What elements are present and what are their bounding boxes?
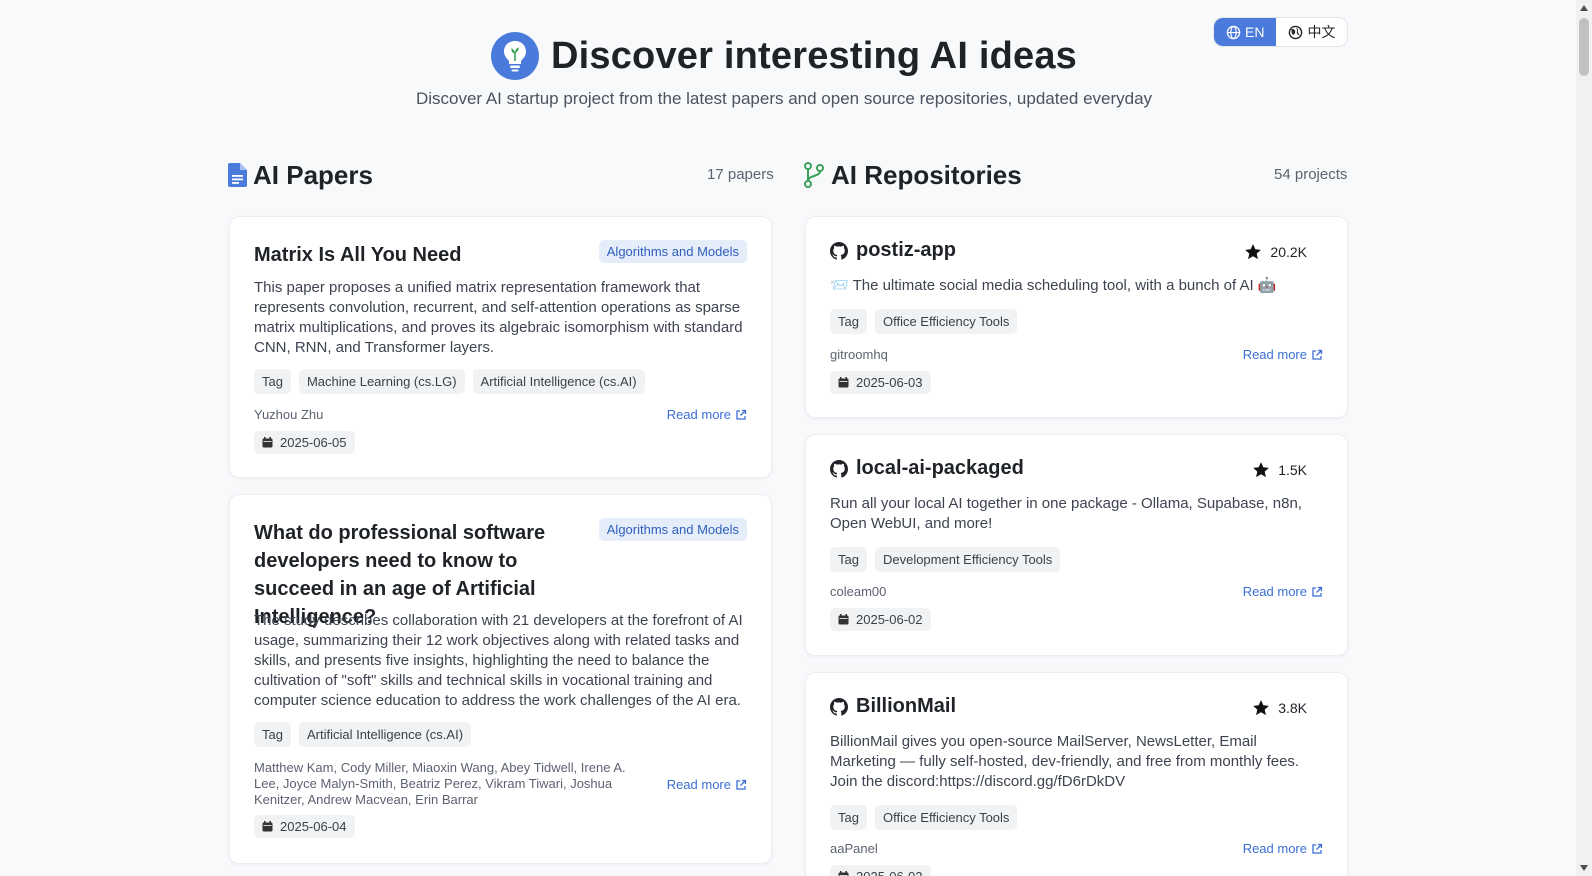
tag-list: Tag Office Efficiency Tools bbox=[830, 309, 1018, 334]
document-icon bbox=[228, 163, 247, 187]
repo-description: BillionMail gives you open-source MailSe… bbox=[830, 733, 1300, 790]
star-count: 3.8K bbox=[1252, 699, 1307, 717]
tag[interactable]: Machine Learning (cs.LG) bbox=[298, 369, 465, 394]
paper-description: The study describes collaboration with 2… bbox=[254, 612, 743, 709]
read-more-label: Read more bbox=[1242, 584, 1307, 599]
tag[interactable]: Office Efficiency Tools bbox=[874, 805, 1018, 830]
repo-name: BillionMail bbox=[856, 695, 956, 717]
read-more-link[interactable]: Read more bbox=[1243, 841, 1323, 856]
category-badge: Algorithms and Models bbox=[598, 240, 747, 263]
tag[interactable]: Tag bbox=[254, 722, 291, 747]
read-more-label: Read more bbox=[666, 407, 731, 422]
repo-description: 📨 The ultimate social media scheduling t… bbox=[830, 277, 1277, 294]
page: EN 中文 Discover interesting AI ideas Disc… bbox=[0, 0, 1568, 876]
paper-authors: Yuzhou Zhu bbox=[254, 407, 324, 422]
papers-count: 17 papers bbox=[707, 166, 774, 183]
github-icon bbox=[830, 697, 848, 716]
tag[interactable]: Tag bbox=[830, 805, 867, 830]
repo-owner: coleam00 bbox=[830, 584, 887, 599]
read-more-link[interactable]: Read more bbox=[667, 777, 747, 792]
category-badge: Algorithms and Models bbox=[598, 518, 747, 541]
calendar-icon bbox=[262, 821, 273, 832]
scroll-down-arrow-icon[interactable] bbox=[1576, 860, 1592, 876]
hero: Discover interesting AI ideas bbox=[0, 32, 1568, 80]
date-badge: 2025-06-04 bbox=[254, 815, 355, 838]
repo-name: local-ai-packaged bbox=[856, 457, 1024, 479]
calendar-icon bbox=[838, 614, 849, 625]
scroll-up-arrow-icon[interactable] bbox=[1576, 0, 1592, 16]
star-value: 3.8K bbox=[1278, 700, 1307, 716]
external-link-icon bbox=[1312, 843, 1323, 854]
repo-owner: aaPanel bbox=[830, 841, 878, 856]
repo-card[interactable]: local-ai-packaged 1.5K Run all your loca… bbox=[805, 434, 1348, 656]
date-badge: 2025-06-03 bbox=[830, 371, 931, 394]
repo-card[interactable]: BillionMail 3.8K BillionMail gives you o… bbox=[805, 672, 1348, 876]
calendar-icon bbox=[262, 437, 273, 448]
star-value: 1.5K bbox=[1278, 462, 1307, 478]
read-more-label: Read more bbox=[1242, 841, 1307, 856]
star-value: 20.2K bbox=[1270, 244, 1307, 260]
tag[interactable]: Artificial Intelligence (cs.AI) bbox=[298, 722, 472, 747]
read-more-label: Read more bbox=[1242, 347, 1307, 362]
date-badge: 2025-06-02 bbox=[830, 865, 931, 876]
tag-list: Tag Development Efficiency Tools bbox=[830, 547, 1061, 572]
tag[interactable]: Artificial Intelligence (cs.AI) bbox=[472, 369, 645, 394]
github-icon bbox=[830, 459, 848, 478]
calendar-icon bbox=[838, 377, 849, 388]
star-icon bbox=[1253, 700, 1270, 716]
paper-card[interactable]: Matrix Is All You Need Algorithms and Mo… bbox=[229, 216, 772, 478]
repos-section-title: AI Repositories bbox=[831, 159, 1022, 190]
read-more-link[interactable]: Read more bbox=[667, 407, 747, 422]
star-icon bbox=[1253, 462, 1270, 478]
repos-count: 54 projects bbox=[1274, 166, 1348, 183]
tag[interactable]: Tag bbox=[830, 309, 867, 334]
date-value: 2025-06-03 bbox=[856, 375, 923, 390]
paper-card[interactable]: What do professional software developers… bbox=[229, 494, 772, 864]
page-subtitle: Discover AI startup project from the lat… bbox=[415, 89, 1153, 108]
external-link-icon bbox=[736, 409, 747, 420]
date-value: 2025-06-02 bbox=[856, 869, 923, 876]
calendar-icon bbox=[838, 871, 849, 876]
repo-title[interactable]: local-ai-packaged bbox=[830, 457, 1024, 480]
date-value: 2025-06-02 bbox=[856, 612, 923, 627]
tag[interactable]: Office Efficiency Tools bbox=[874, 309, 1018, 334]
repo-description: Run all your local AI together in one pa… bbox=[830, 495, 1302, 532]
scrollbar-thumb[interactable] bbox=[1579, 18, 1589, 76]
external-link-icon bbox=[1312, 586, 1323, 597]
tag[interactable]: Development Efficiency Tools bbox=[874, 547, 1061, 572]
paper-authors: Matthew Kam, Cody Miller, Miaoxin Wang, … bbox=[254, 760, 626, 807]
git-branch-icon bbox=[804, 162, 824, 188]
page-title: Discover interesting AI ideas bbox=[550, 34, 1078, 77]
lightbulb-icon bbox=[490, 32, 539, 80]
papers-section-title: AI Papers bbox=[253, 159, 373, 190]
repo-title[interactable]: postiz-app bbox=[830, 239, 956, 262]
repo-title[interactable]: BillionMail bbox=[830, 695, 956, 718]
tag[interactable]: Tag bbox=[254, 369, 291, 394]
read-more-link[interactable]: Read more bbox=[1243, 584, 1323, 599]
external-link-icon bbox=[736, 779, 747, 790]
date-value: 2025-06-04 bbox=[280, 819, 347, 834]
vertical-scrollbar[interactable] bbox=[1576, 0, 1592, 876]
read-more-label: Read more bbox=[666, 777, 731, 792]
tag-list: Tag Artificial Intelligence (cs.AI) bbox=[254, 722, 472, 747]
repo-card[interactable]: postiz-app 20.2K 📨 The ultimate social m… bbox=[805, 216, 1348, 418]
external-link-icon bbox=[1312, 349, 1323, 360]
date-value: 2025-06-05 bbox=[280, 435, 347, 450]
tag[interactable]: Tag bbox=[830, 547, 867, 572]
repos-section-header: AI Repositories bbox=[803, 158, 1022, 192]
paper-description: This paper proposes a unified matrix rep… bbox=[254, 279, 743, 356]
tag-list: Tag Machine Learning (cs.LG) Artificial … bbox=[254, 369, 645, 394]
date-badge: 2025-06-02 bbox=[830, 608, 931, 631]
tag-list: Tag Office Efficiency Tools bbox=[830, 805, 1018, 830]
paper-title[interactable]: Matrix Is All You Need bbox=[254, 241, 584, 269]
star-icon bbox=[1245, 244, 1262, 260]
papers-section-header: AI Papers bbox=[228, 158, 373, 192]
star-count: 20.2K bbox=[1244, 243, 1307, 261]
star-count: 1.5K bbox=[1252, 461, 1307, 479]
date-badge: 2025-06-05 bbox=[254, 431, 355, 454]
repo-name: postiz-app bbox=[856, 239, 956, 261]
github-icon bbox=[830, 241, 848, 260]
repo-owner: gitroomhq bbox=[830, 347, 888, 362]
read-more-link[interactable]: Read more bbox=[1243, 347, 1323, 362]
